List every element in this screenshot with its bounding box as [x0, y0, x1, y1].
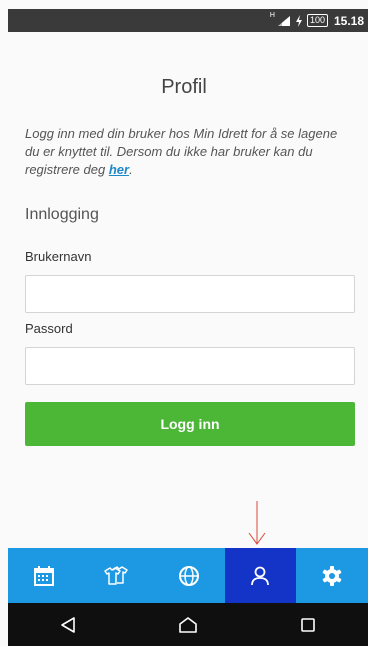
back-icon — [61, 616, 75, 633]
signal-icon — [277, 15, 290, 26]
recents-button[interactable] — [288, 610, 328, 640]
nav-item-settings[interactable] — [296, 548, 368, 603]
nav-item-web[interactable] — [153, 548, 225, 603]
battery-icon: 100 — [306, 14, 328, 27]
globe-icon — [178, 565, 199, 586]
nav-item-calendar[interactable] — [8, 548, 80, 603]
annotation-arrow-icon — [248, 501, 266, 545]
password-label: Passord — [25, 321, 73, 336]
status-bar: H 100 15.18 — [8, 9, 368, 32]
calendar-icon — [34, 565, 55, 586]
person-icon — [251, 566, 270, 585]
page-title: Profil — [161, 76, 207, 98]
nav-item-profile[interactable] — [224, 548, 296, 603]
clock: 15.18 — [333, 13, 364, 28]
login-section-title: Innlogging — [25, 206, 99, 223]
register-link[interactable]: her — [109, 162, 129, 177]
password-field[interactable] — [25, 347, 355, 385]
system-nav-bar — [8, 603, 368, 646]
home-icon — [179, 616, 197, 633]
username-field[interactable] — [25, 275, 355, 313]
gear-icon — [322, 565, 342, 586]
intro-body: Logg inn med din bruker hos Min Idrett f… — [25, 126, 338, 177]
intro-text: Logg inn med din bruker hos Min Idrett f… — [25, 125, 354, 179]
network-type-label: H — [269, 12, 275, 19]
bottom-nav — [8, 548, 368, 603]
recents-icon — [301, 617, 315, 632]
charging-icon — [295, 14, 302, 27]
username-label: Brukernavn — [25, 249, 92, 264]
login-button[interactable]: Logg inn — [25, 402, 355, 446]
home-button[interactable] — [168, 610, 208, 640]
intro-end: . — [129, 162, 133, 177]
shirts-icon — [104, 565, 129, 585]
back-button[interactable] — [48, 610, 88, 640]
nav-item-teams[interactable] — [80, 548, 152, 603]
